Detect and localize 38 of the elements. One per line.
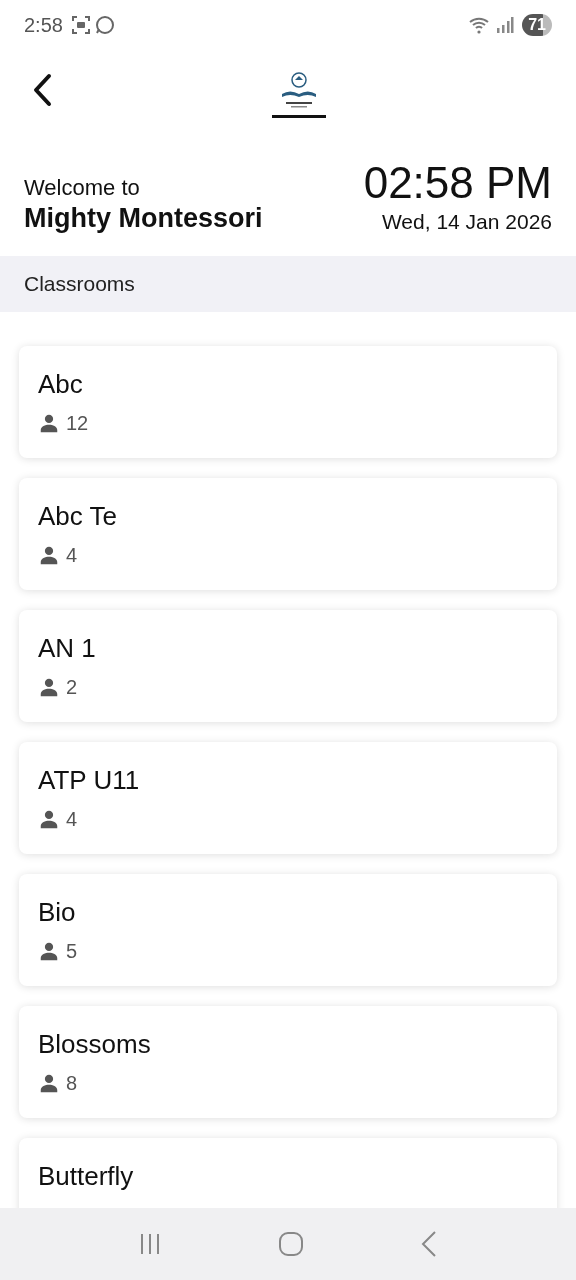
classroom-card[interactable]: Abc 12 (19, 346, 557, 458)
school-name: Mighty Montessori (24, 202, 263, 234)
student-count: 8 (66, 1071, 78, 1096)
student-count: 12 (66, 411, 89, 436)
person-icon (38, 808, 60, 830)
classroom-name: Abc (38, 368, 84, 400)
person-icon (38, 940, 60, 962)
person-icon (38, 544, 60, 566)
classroom-card[interactable]: AN 1 2 (19, 610, 557, 722)
classroom-card[interactable]: Abc Te 4 (19, 478, 557, 590)
section-header: Classrooms (0, 256, 576, 312)
signal-icon (496, 16, 515, 34)
person-icon (38, 676, 60, 698)
classroom-card[interactable]: Blossoms 8 (19, 1006, 557, 1118)
back-icon[interactable] (420, 1230, 438, 1258)
current-time: 02:58 PM (363, 158, 552, 208)
screenshot-icon (70, 15, 91, 35)
person-icon (38, 1072, 60, 1094)
recent-apps-icon[interactable] (138, 1232, 162, 1256)
current-date: Wed, 14 Jan 2026 (381, 209, 552, 235)
welcome-text: Welcome to (24, 174, 141, 202)
classroom-name: Butterfly (38, 1160, 135, 1192)
status-time: 2:58 (24, 13, 63, 38)
classroom-name: ATP U11 (38, 764, 141, 796)
home-icon[interactable] (278, 1231, 304, 1257)
classroom-card[interactable]: Butterfly (19, 1138, 557, 1208)
classroom-name: Abc Te (38, 500, 118, 532)
student-count: 2 (66, 675, 78, 700)
classroom-card[interactable]: Bio 5 (19, 874, 557, 986)
classroom-name: Blossoms (38, 1028, 152, 1060)
classroom-name: AN 1 (38, 632, 97, 664)
classroom-name: Bio (38, 896, 77, 928)
student-count: 5 (66, 939, 78, 964)
classroom-card[interactable]: ATP U11 4 (19, 742, 557, 854)
person-icon (38, 412, 60, 434)
student-count: 4 (66, 543, 78, 568)
chat-icon (94, 15, 115, 35)
student-count: 4 (66, 807, 78, 832)
